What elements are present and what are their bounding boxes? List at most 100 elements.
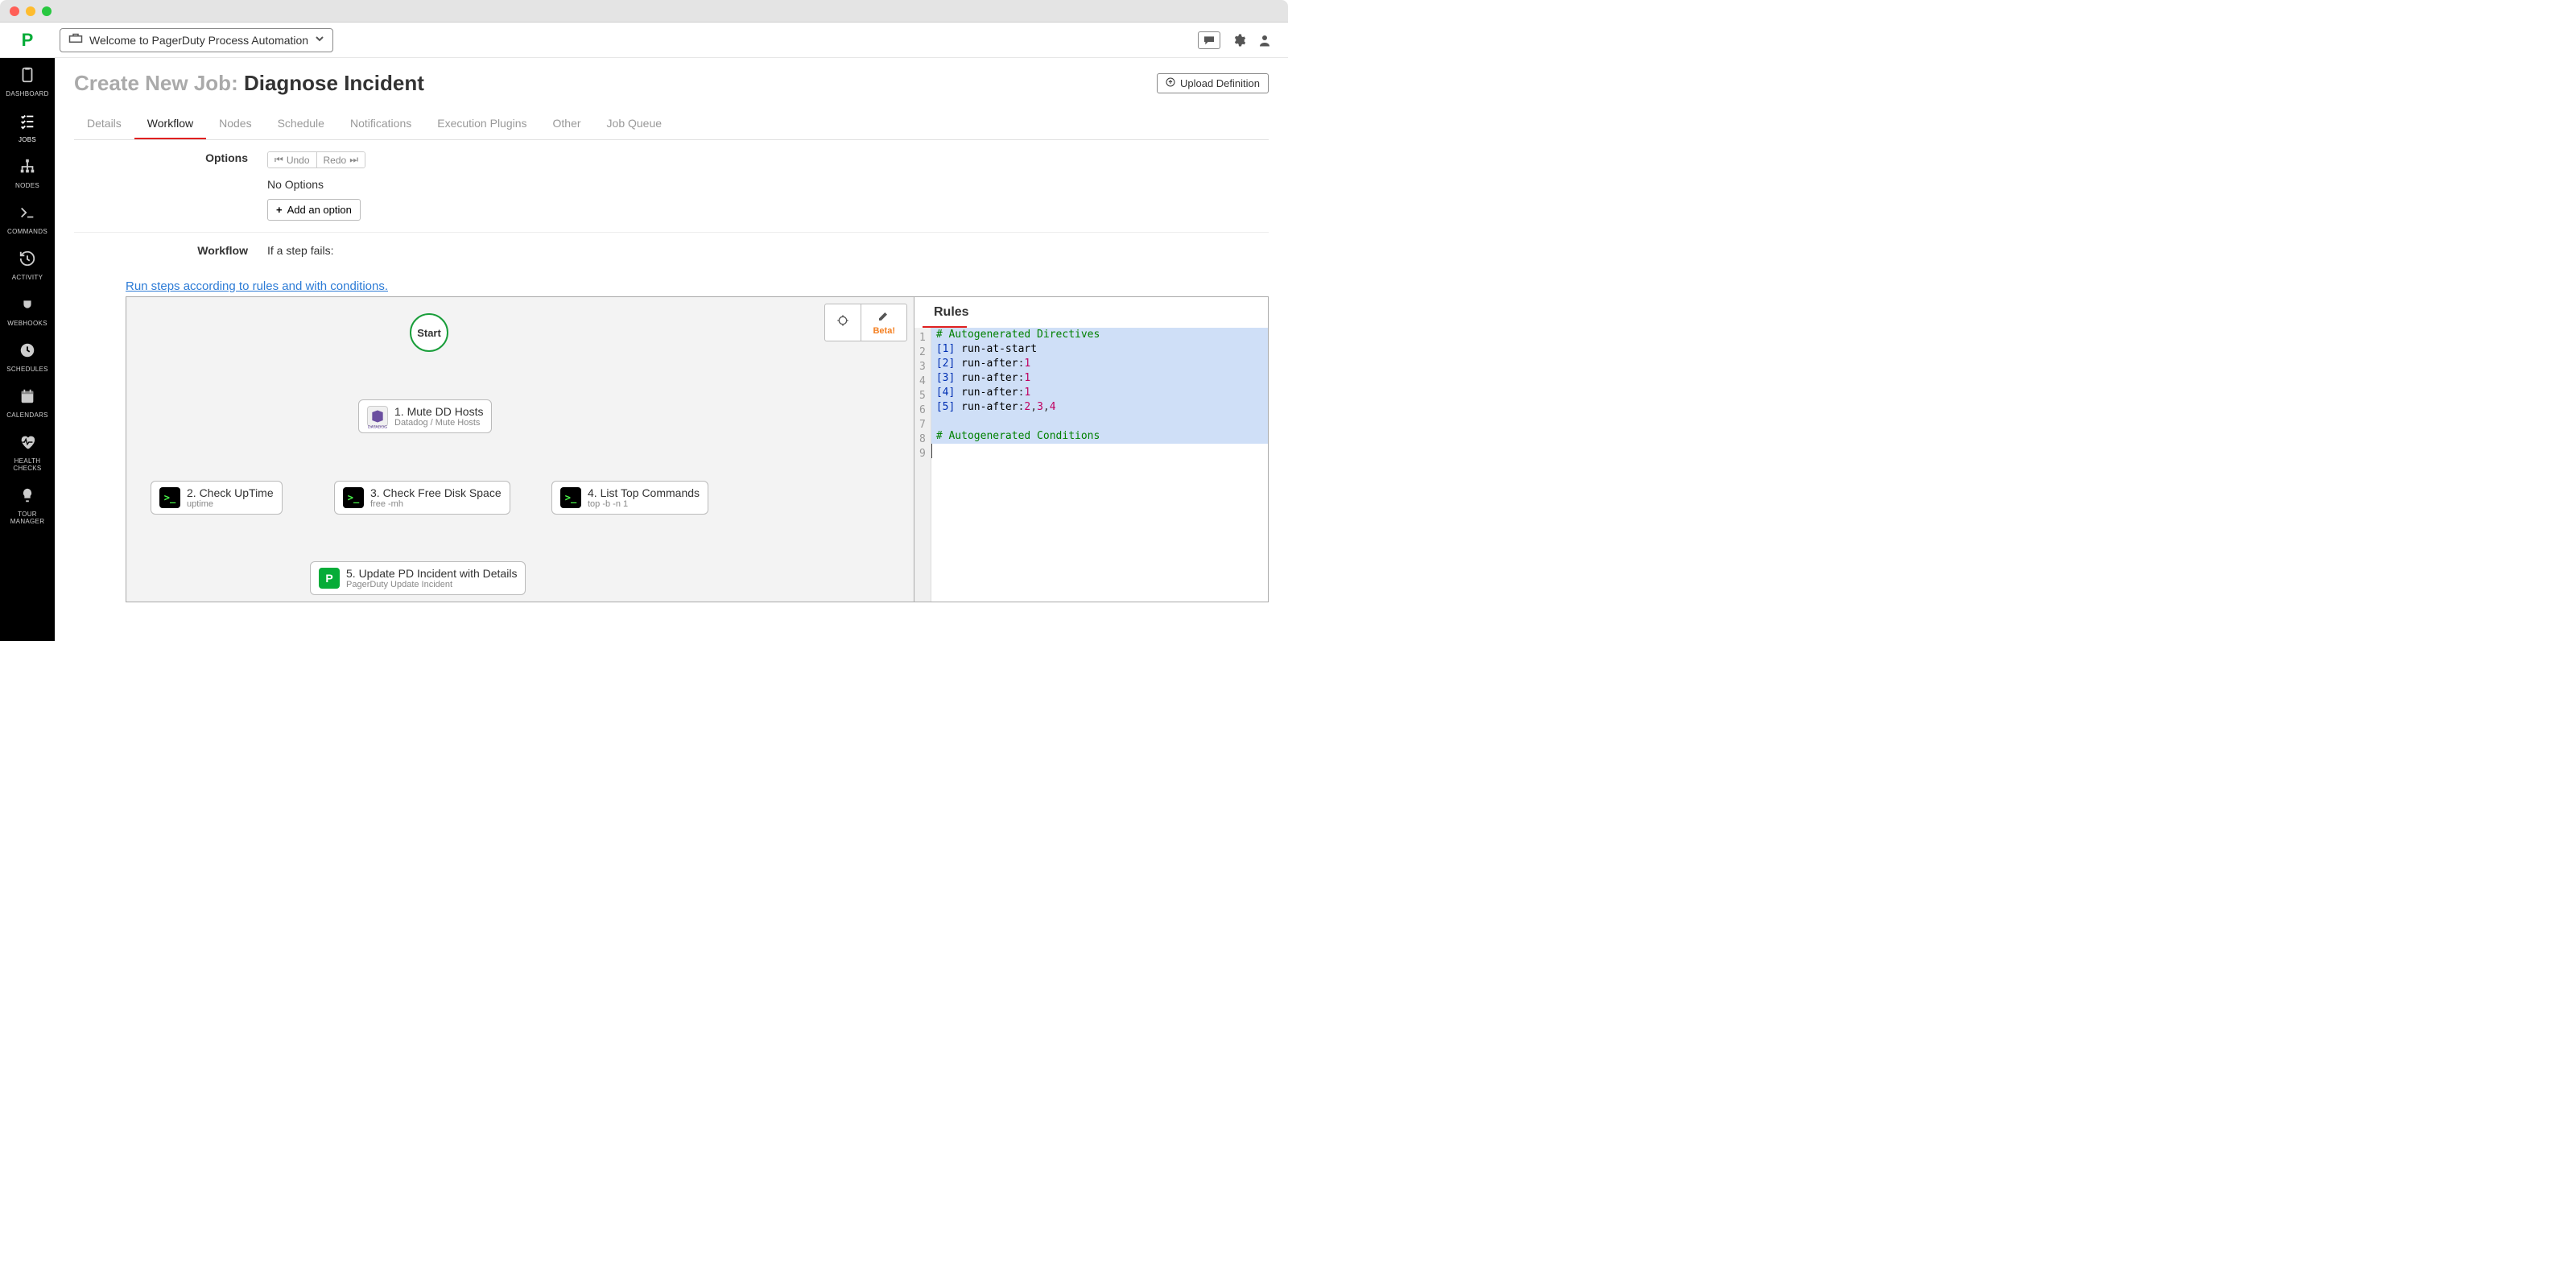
step-forward-icon: ⏭ <box>349 154 358 166</box>
sidebar-item-dashboard[interactable]: DASHBOARD <box>0 64 55 99</box>
tab-notifications[interactable]: Notifications <box>337 109 424 139</box>
redo-button[interactable]: Redo ⏭ <box>316 152 365 167</box>
flow-node-4[interactable]: >_ 4. List Top Commands top -b -n 1 <box>551 481 708 515</box>
sidebar-item-schedules[interactable]: SCHEDULES <box>0 340 55 374</box>
canvas-toolbar: Beta! <box>824 304 907 341</box>
tab-job-queue[interactable]: Job Queue <box>594 109 675 139</box>
minimize-window-dot[interactable] <box>26 6 35 16</box>
rules-code-editor[interactable]: 123456789 # Autogenerated Directives[1] … <box>914 328 1268 602</box>
sidebar-item-webhooks[interactable]: WEBHOOKS <box>0 294 55 329</box>
history-icon <box>19 250 36 271</box>
tab-execution-plugins[interactable]: Execution Plugins <box>424 109 539 139</box>
project-selector-label: Welcome to PagerDuty Process Automation <box>89 34 308 47</box>
options-section-label: Options <box>74 151 267 221</box>
tab-workflow[interactable]: Workflow <box>134 109 206 139</box>
heartbeat-icon <box>19 433 36 455</box>
flow-connectors <box>126 297 368 418</box>
flow-node-subtitle: Datadog / Mute Hosts <box>394 418 483 428</box>
crosshair-icon <box>836 314 849 331</box>
sidebar-item-commands[interactable]: COMMANDS <box>0 202 55 237</box>
flow-node-title: 3. Check Free Disk Space <box>370 486 502 499</box>
sidebar-item-label: COMMANDS <box>7 228 47 235</box>
datadog-icon: DATADOG <box>367 406 388 427</box>
logo-cell: P <box>0 30 55 51</box>
job-tabs: Details Workflow Nodes Schedule Notifica… <box>74 109 1269 140</box>
flow-node-subtitle: PagerDuty Update Incident <box>346 580 517 589</box>
page-title: Create New Job: Diagnose Incident <box>74 71 424 96</box>
tab-details[interactable]: Details <box>74 109 134 139</box>
plug-icon <box>19 296 36 317</box>
workflow-section: Workflow If a step fails: <box>74 232 1269 270</box>
flow-node-title: 1. Mute DD Hosts <box>394 405 483 418</box>
workflow-canvas[interactable]: Beta! Start <box>126 297 914 602</box>
plus-icon: + <box>276 204 283 216</box>
maximize-window-dot[interactable] <box>42 6 52 16</box>
flow-node-2[interactable]: >_ 2. Check UpTime uptime <box>151 481 283 515</box>
settings-button[interactable] <box>1232 33 1246 48</box>
sidebar-item-label: WEBHOOKS <box>7 320 47 327</box>
top-bar: P Welcome to PagerDuty Process Automatio… <box>0 23 1288 58</box>
chevron-down-icon <box>315 33 324 48</box>
toolbox-icon <box>68 32 83 48</box>
list-check-icon <box>19 112 36 134</box>
network-icon <box>19 158 36 180</box>
rules-pane-title: Rules <box>923 297 967 328</box>
calendar-icon <box>19 387 36 409</box>
project-selector[interactable]: Welcome to PagerDuty Process Automation <box>60 28 333 52</box>
canvas-edit-button[interactable]: Beta! <box>861 304 906 341</box>
tab-nodes[interactable]: Nodes <box>206 109 264 139</box>
upload-definition-label: Upload Definition <box>1180 77 1260 89</box>
workflow-failure-prompt: If a step fails: <box>267 244 333 257</box>
close-window-dot[interactable] <box>10 6 19 16</box>
flow-node-title: 4. List Top Commands <box>588 486 700 499</box>
flow-node-title: 2. Check UpTime <box>187 486 274 499</box>
add-option-button[interactable]: + Add an option <box>267 199 361 221</box>
pagerduty-logo-icon: P <box>22 30 34 51</box>
upload-definition-button[interactable]: Upload Definition <box>1157 73 1269 93</box>
undo-redo-group: ⏮ Undo Redo ⏭ <box>267 151 365 168</box>
clipboard-icon <box>19 66 36 88</box>
flow-node-subtitle: uptime <box>187 499 274 509</box>
pencil-icon <box>877 309 890 326</box>
flow-node-subtitle: free -mh <box>370 499 502 509</box>
sidebar-item-label: SCHEDULES <box>6 366 48 373</box>
flow-start-node[interactable]: Start <box>410 313 448 352</box>
canvas-recenter-button[interactable] <box>825 304 861 341</box>
messages-button[interactable] <box>1198 31 1220 49</box>
flow-node-3[interactable]: >_ 3. Check Free Disk Space free -mh <box>334 481 510 515</box>
flow-node-1[interactable]: DATADOG 1. Mute DD Hosts Datadog / Mute … <box>358 399 492 433</box>
sidebar-item-calendars[interactable]: CALENDARS <box>0 386 55 420</box>
terminal-icon: >_ <box>560 487 581 508</box>
workflow-canvas-split: Beta! Start <box>126 296 1269 602</box>
undo-button[interactable]: ⏮ Undo <box>268 152 316 167</box>
flow-node-title: 5. Update PD Incident with Details <box>346 567 517 580</box>
sidebar-item-label: DASHBOARD <box>6 90 48 97</box>
sidebar-item-activity[interactable]: ACTIVITY <box>0 248 55 283</box>
terminal-icon <box>19 204 36 225</box>
sidebar-item-health-checks[interactable]: HEALTH CHECKS <box>0 432 55 474</box>
upload-icon <box>1166 77 1175 89</box>
sidebar-item-tour-manager[interactable]: TOUR MANAGER <box>0 485 55 527</box>
flow-node-5[interactable]: P 5. Update PD Incident with Details Pag… <box>310 561 526 595</box>
flow-node-subtitle: top -b -n 1 <box>588 499 700 509</box>
window-titlebar <box>0 0 1288 23</box>
no-options-text: No Options <box>267 178 1269 191</box>
tab-schedule[interactable]: Schedule <box>265 109 337 139</box>
sidebar-item-nodes[interactable]: NODES <box>0 156 55 191</box>
workflow-mode-link[interactable]: Run steps according to rules and with co… <box>126 279 1269 293</box>
user-menu[interactable] <box>1257 33 1272 48</box>
beta-label: Beta! <box>873 326 895 336</box>
main-content: Create New Job: Diagnose Incident Upload… <box>55 58 1288 641</box>
sidebar-item-label: NODES <box>15 182 39 189</box>
terminal-icon: >_ <box>159 487 180 508</box>
sidebar-item-jobs[interactable]: JOBS <box>0 110 55 145</box>
rules-pane: Rules 123456789 # Autogenerated Directiv… <box>914 297 1268 602</box>
pagerduty-icon: P <box>319 568 340 589</box>
terminal-icon: >_ <box>343 487 364 508</box>
sidebar-item-label: ACTIVITY <box>12 274 43 281</box>
sidebar-item-label: TOUR MANAGER <box>0 511 55 525</box>
step-back-icon: ⏮ <box>275 154 283 166</box>
rules-code-body[interactable]: # Autogenerated Directives[1] run-at-sta… <box>931 328 1268 602</box>
sidebar-item-label: JOBS <box>19 136 36 143</box>
tab-other[interactable]: Other <box>540 109 594 139</box>
